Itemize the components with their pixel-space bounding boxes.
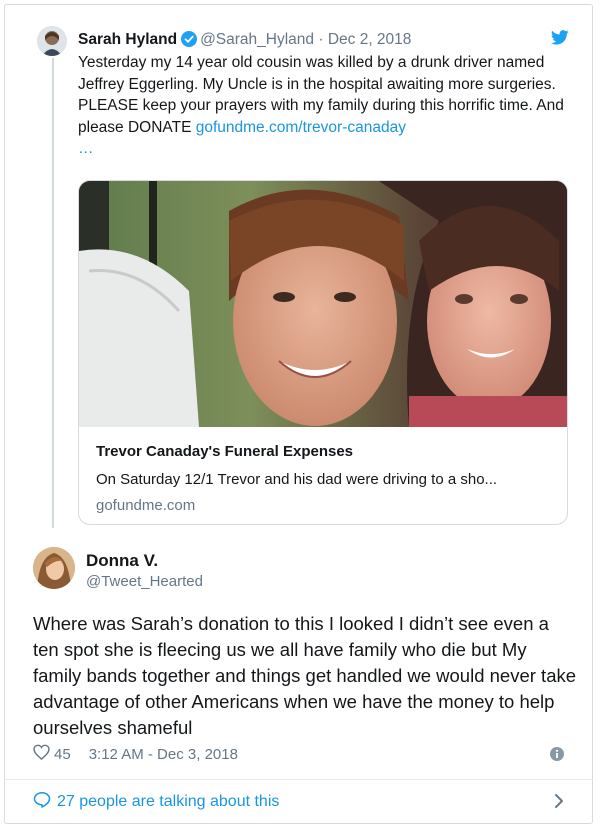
speech-bubble-icon [33, 791, 51, 813]
info-icon[interactable] [550, 747, 564, 766]
quoted-author-handle[interactable]: @Sarah_Hyland [200, 31, 314, 48]
conversation-link[interactable]: 27 people are talking about this [33, 791, 279, 813]
ellipsis-link[interactable]: … [78, 140, 94, 157]
link-card-domain: gofundme.com [96, 497, 196, 514]
link-card-description: On Saturday 12/1 Trevor and his dad were… [96, 471, 498, 488]
twitter-bird-icon[interactable] [550, 30, 569, 50]
tweet-timestamp[interactable]: 3:12 AM - Dec 3, 2018 [89, 746, 238, 763]
tweet-meta-row: 45 3:12 AM - Dec 3, 2018 [33, 744, 238, 764]
quoted-date-separator: · [318, 31, 324, 48]
quoted-tweet-text: Yesterday my 14 year old cousin was kill… [78, 52, 583, 160]
conversation-count-text[interactable]: 27 people are talking about this [57, 793, 279, 811]
heart-icon[interactable] [33, 744, 50, 764]
like-count[interactable]: 45 [54, 746, 71, 763]
verified-badge-icon [181, 31, 198, 53]
quoted-author-avatar[interactable] [37, 26, 67, 56]
chevron-right-icon[interactable] [553, 793, 565, 814]
main-author-handle[interactable]: @Tweet_Hearted [86, 573, 203, 590]
main-author-name[interactable]: Donna V. [86, 551, 158, 571]
main-author-avatar[interactable] [33, 547, 75, 589]
thread-connector-line [52, 58, 54, 528]
link-card-title[interactable]: Trevor Canaday's Funeral Expenses [96, 443, 353, 460]
gofundme-link[interactable]: gofundme.com/trevor-canaday [196, 119, 406, 136]
main-tweet-text: Where was Sarah’s donation to this I loo… [33, 613, 577, 738]
quoted-tweet-header: Sarah Hyland @Sarah_Hyland · Dec 2, 2018 [78, 30, 411, 53]
quoted-author-name[interactable]: Sarah Hyland [78, 31, 177, 48]
link-preview-card[interactable]: Trevor Canaday's Funeral Expenses On Sat… [78, 180, 568, 525]
footer-divider [4, 779, 593, 780]
quoted-tweet-date[interactable]: Dec 2, 2018 [328, 31, 412, 48]
link-preview-image [79, 181, 567, 427]
